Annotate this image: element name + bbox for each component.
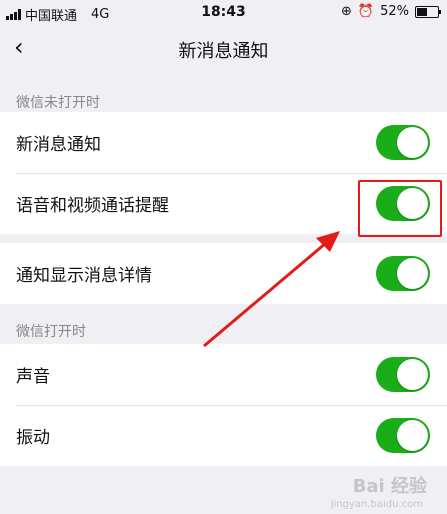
watermark-logo: Bai 经验 <box>352 476 427 497</box>
annotation-arrow <box>203 231 340 348</box>
watermark-url: jingyan.baidu.com <box>330 499 423 510</box>
